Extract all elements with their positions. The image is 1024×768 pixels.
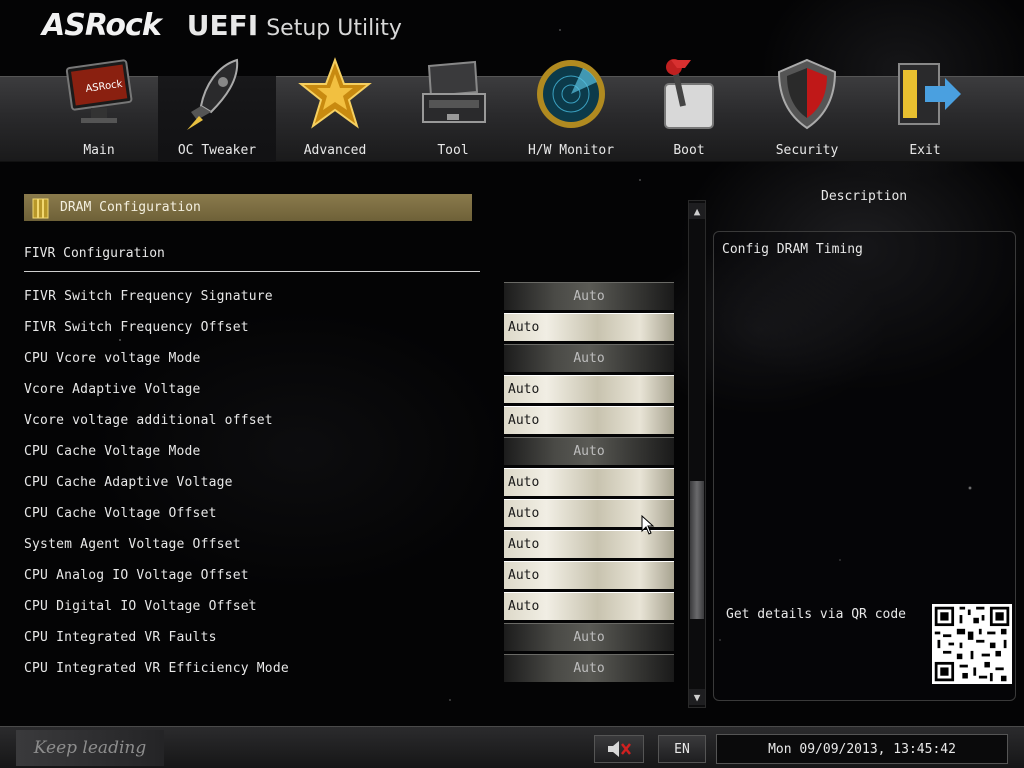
setting-row[interactable]: System Agent Voltage Offset Auto <box>24 529 674 560</box>
tab-boot[interactable]: Boot <box>630 54 748 162</box>
setting-row[interactable]: Vcore Adaptive Voltage Auto <box>24 374 674 405</box>
setting-row[interactable]: CPU Cache Adaptive Voltage Auto <box>24 467 674 498</box>
tab-hw-monitor-label: H/W Monitor <box>527 143 615 158</box>
setting-value-selector[interactable]: Auto <box>504 654 674 682</box>
setting-value-selector[interactable]: Auto <box>504 344 674 372</box>
setting-row[interactable]: CPU Digital IO Voltage Offset Auto <box>24 591 674 622</box>
star-icon <box>298 57 372 129</box>
rocket-icon <box>187 58 239 130</box>
setting-row[interactable]: CPU Vcore voltage Mode Auto <box>24 343 674 374</box>
setting-label: CPU Vcore voltage Mode <box>24 351 201 366</box>
description-title: Description <box>821 189 908 204</box>
setting-row[interactable]: CPU Analog IO Voltage Offset Auto <box>24 560 674 591</box>
scroll-down-arrow[interactable]: ▼ <box>689 689 705 705</box>
toolbox-icon <box>422 60 486 123</box>
uefi-label: UEFI <box>186 9 259 42</box>
tagline: Keep leading <box>16 730 164 766</box>
bottom-bar: Keep leading EN Mon 09/09/2013, 13:45:42 <box>0 726 1024 768</box>
mute-button[interactable] <box>594 735 644 763</box>
setting-label: CPU Cache Voltage Offset <box>24 506 217 521</box>
top-nav: ASRock Main OC Tweaker Advanced Tool H/W… <box>40 54 1000 164</box>
description-panel: Config DRAM Timing Get details via QR co… <box>713 231 1016 701</box>
tab-main[interactable]: ASRock Main <box>40 54 158 162</box>
setting-label: CPU Integrated VR Faults <box>24 630 217 645</box>
scroll-up-arrow[interactable]: ▲ <box>689 203 705 219</box>
tab-hw-monitor[interactable]: H/W Monitor <box>512 54 630 162</box>
setting-value-selector[interactable]: Auto <box>504 313 674 341</box>
setting-row[interactable]: FIVR Switch Frequency Signature Auto <box>24 281 674 312</box>
exit-door-icon <box>898 63 961 125</box>
description-text: Config DRAM Timing <box>722 242 863 257</box>
brand-header: ASRock UEFI Setup Utility <box>42 8 402 48</box>
datetime-display: Mon 09/09/2013, 13:45:42 <box>716 734 1008 764</box>
setting-row[interactable]: CPU Cache Voltage Mode Auto <box>24 436 674 467</box>
setting-value-selector[interactable]: Auto <box>504 592 674 620</box>
setting-value-selector[interactable]: Auto <box>504 623 674 651</box>
asrock-logo: ASRock <box>42 8 162 43</box>
setting-label: CPU Integrated VR Efficiency Mode <box>24 661 289 676</box>
tab-oc-tweaker[interactable]: OC Tweaker <box>158 54 276 162</box>
setting-label: CPU Digital IO Voltage Offset <box>24 599 257 614</box>
radar-icon <box>537 60 605 128</box>
setting-label: FIVR Switch Frequency Offset <box>24 320 249 335</box>
shield-icon <box>777 58 837 130</box>
tab-tool[interactable]: Tool <box>394 54 512 162</box>
dram-configuration-link[interactable]: DRAM Configuration <box>24 194 472 221</box>
setting-label: Vcore Adaptive Voltage <box>24 382 201 397</box>
tab-security-label: Security <box>775 143 839 158</box>
setting-value-selector[interactable]: Auto <box>504 375 674 403</box>
tab-exit-label: Exit <box>909 143 941 158</box>
tab-oc-tweaker-label: OC Tweaker <box>177 143 257 158</box>
tab-security[interactable]: Security <box>748 54 866 162</box>
mouse-cursor-icon <box>641 515 655 535</box>
qr-code-icon <box>932 604 1012 684</box>
setting-row[interactable]: CPU Integrated VR Faults Auto <box>24 622 674 653</box>
setting-value-selector[interactable]: Auto <box>504 561 674 589</box>
setting-label: CPU Cache Adaptive Voltage <box>24 475 233 490</box>
folder-icon <box>32 198 49 218</box>
section-header-label: DRAM Configuration <box>60 200 201 215</box>
qr-label: Get details via QR code <box>726 607 907 622</box>
scrollbar[interactable]: ▲ ▼ <box>688 200 706 708</box>
fivr-config-title: FIVR Configuration <box>24 246 165 261</box>
tab-advanced[interactable]: Advanced <box>276 54 394 162</box>
setting-value-selector[interactable]: Auto <box>504 282 674 310</box>
monitor-icon: ASRock <box>65 59 133 123</box>
tab-exit[interactable]: Exit <box>866 54 984 162</box>
setting-value-selector[interactable]: Auto <box>504 437 674 465</box>
setup-utility-label: Setup Utility <box>266 16 402 41</box>
scroll-thumb[interactable] <box>690 481 704 619</box>
setting-value-selector[interactable]: Auto <box>504 468 674 496</box>
speaker-mute-icon <box>608 741 631 757</box>
setting-label: System Agent Voltage Offset <box>24 537 241 552</box>
setting-label: FIVR Switch Frequency Signature <box>24 289 273 304</box>
switch-icon <box>664 59 714 129</box>
setting-row[interactable]: Vcore voltage additional offset Auto <box>24 405 674 436</box>
setting-value-selector[interactable]: Auto <box>504 406 674 434</box>
setting-row[interactable]: CPU Integrated VR Efficiency Mode Auto <box>24 653 674 684</box>
tab-boot-label: Boot <box>673 143 705 158</box>
setting-label: Vcore voltage additional offset <box>24 413 273 428</box>
language-button[interactable]: EN <box>658 735 706 763</box>
tab-main-label: Main <box>83 143 115 158</box>
tab-advanced-label: Advanced <box>303 143 367 158</box>
divider <box>24 271 480 272</box>
setting-row[interactable]: CPU Cache Voltage Offset Auto <box>24 498 674 529</box>
setting-row[interactable]: FIVR Switch Frequency Offset Auto <box>24 312 674 343</box>
setting-label: CPU Analog IO Voltage Offset <box>24 568 249 583</box>
tab-tool-label: Tool <box>437 143 469 158</box>
setting-label: CPU Cache Voltage Mode <box>24 444 201 459</box>
